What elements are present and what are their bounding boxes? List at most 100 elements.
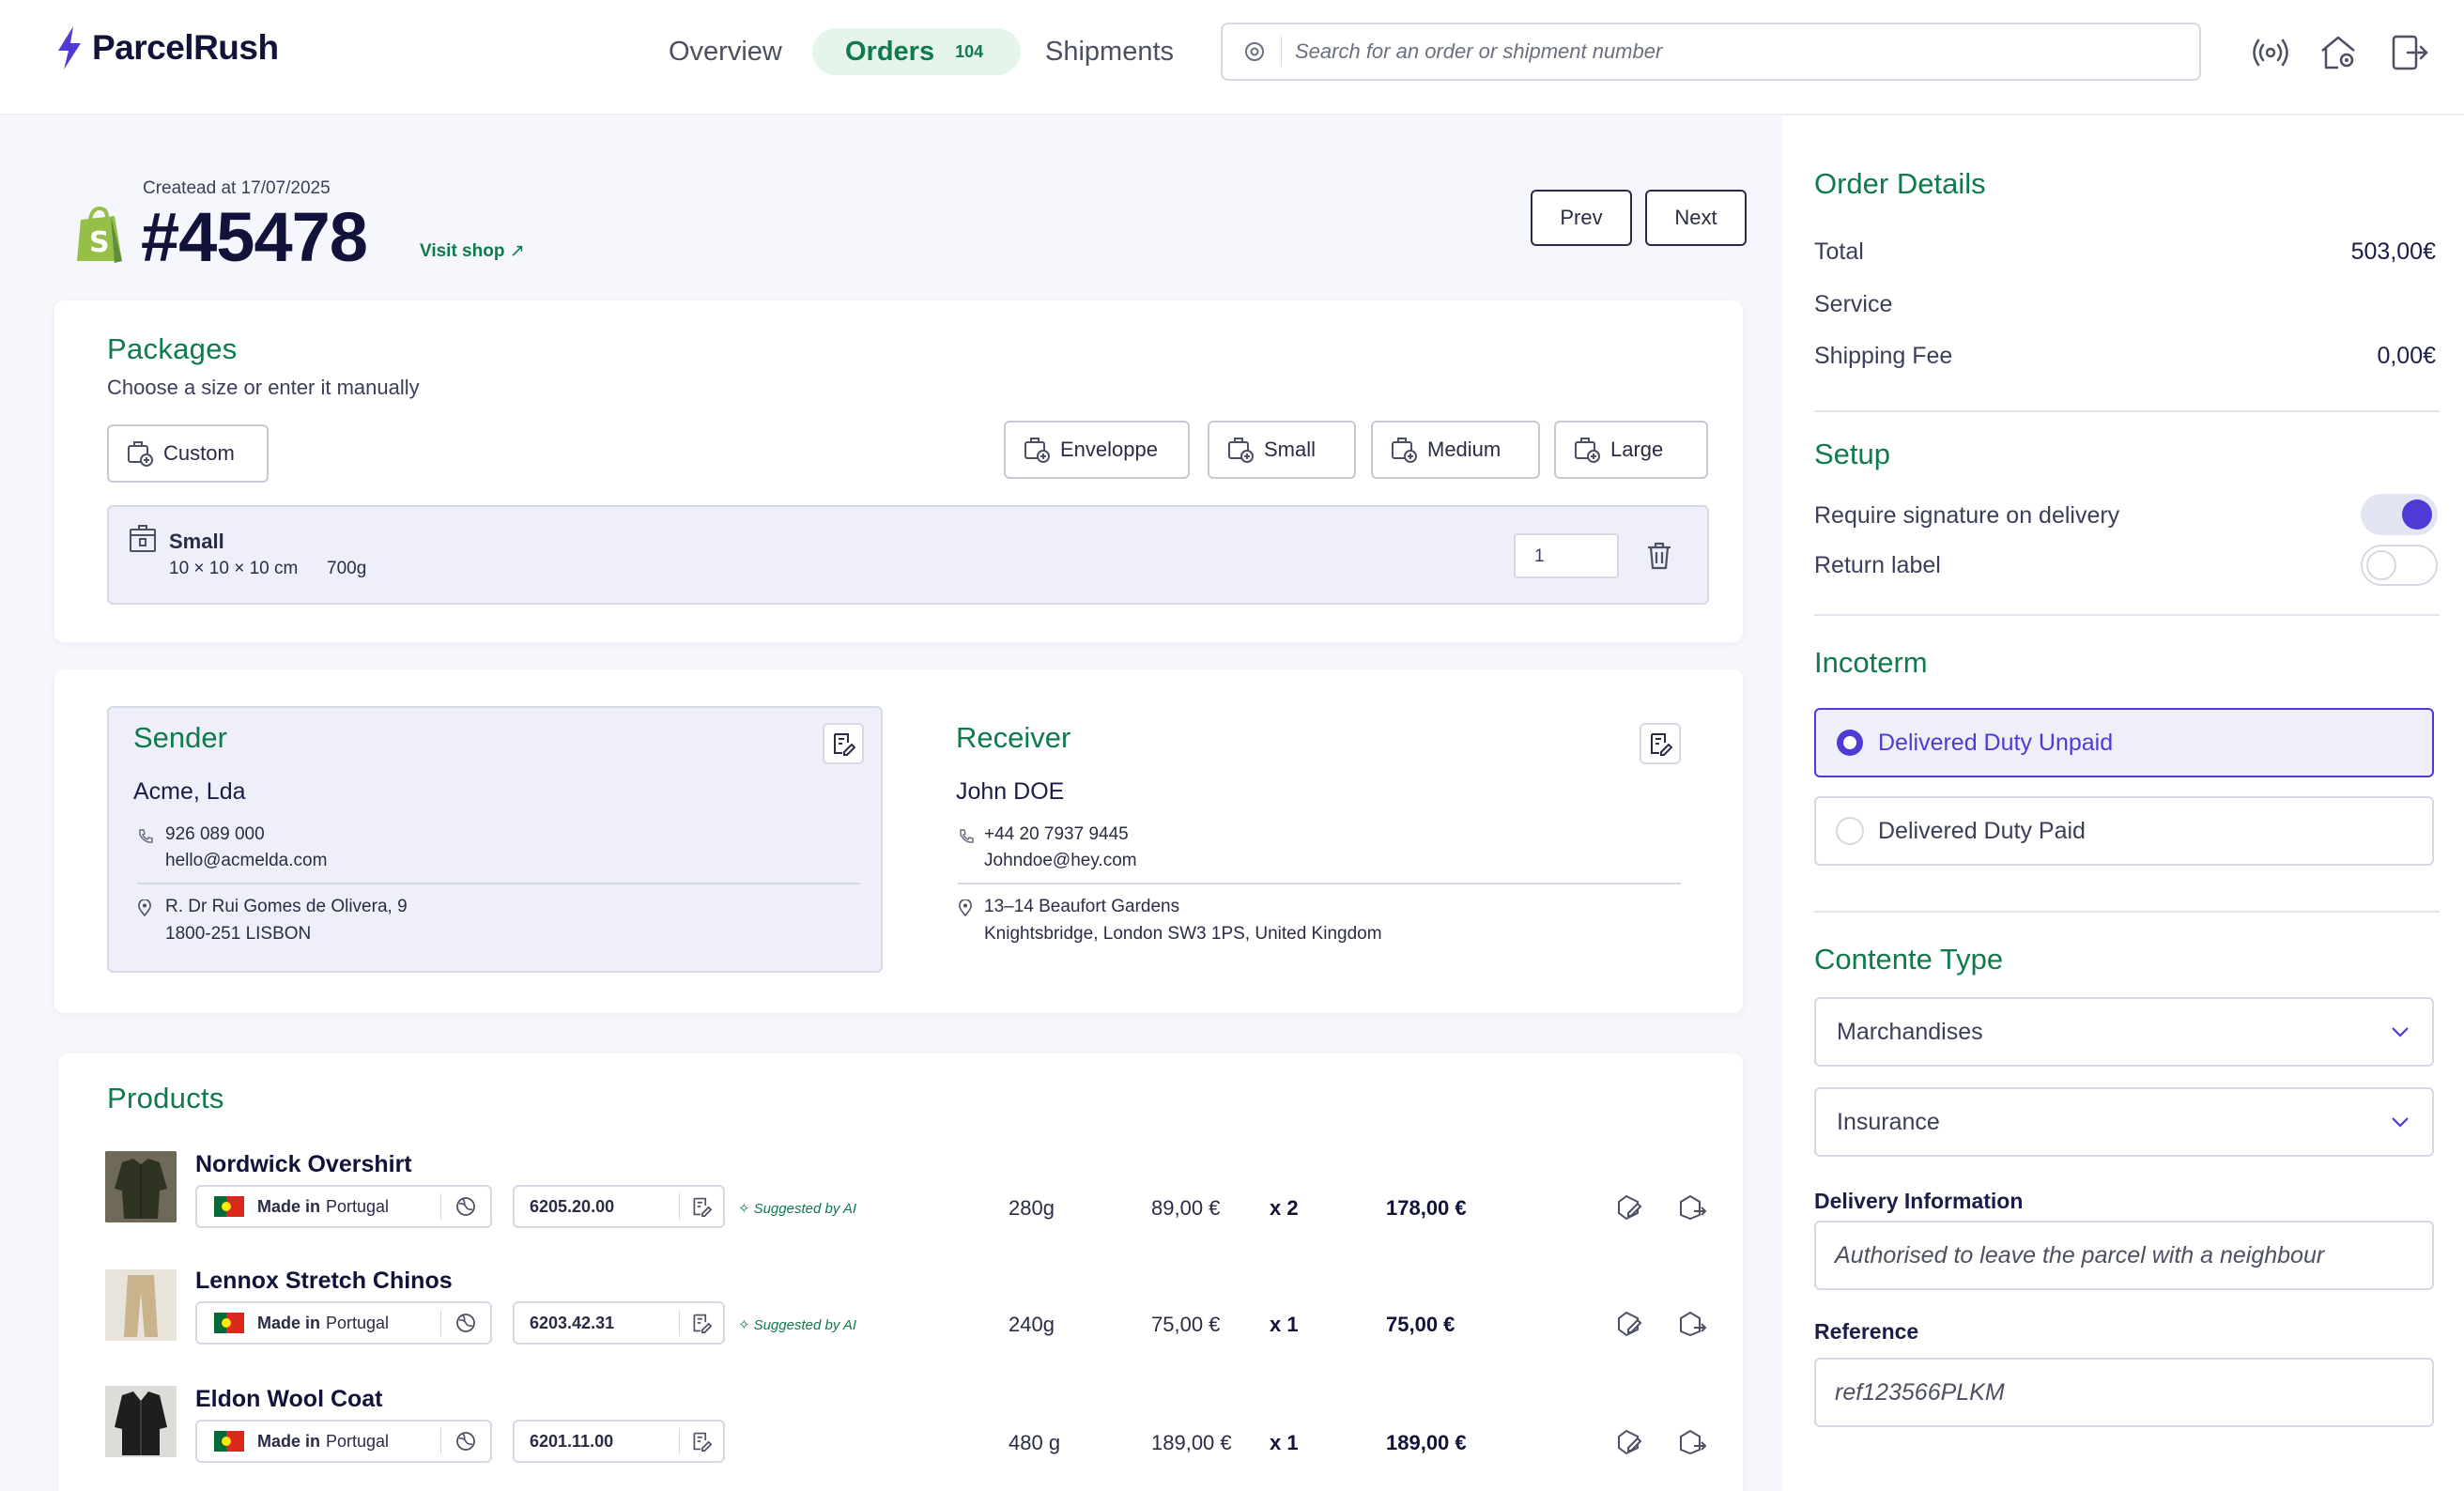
nav-orders[interactable]: Orders 104 [812, 28, 1021, 75]
shipping-fee-label: Shipping Fee [1814, 343, 1953, 369]
origin-country: Portugal [326, 1313, 390, 1332]
incoterm-title: Incoterm [1814, 646, 1928, 679]
package-quantity-input[interactable]: 1 [1514, 533, 1619, 578]
chip-divider [679, 1310, 680, 1336]
trash-icon[interactable] [1645, 541, 1673, 571]
sparkle-icon: ✧ [738, 1201, 750, 1217]
product-weight: 280g [1009, 1196, 1055, 1220]
reference-label: Reference [1814, 1319, 1919, 1344]
origin-select[interactable]: Made in Portugal [195, 1301, 492, 1345]
toggle-knob [2366, 550, 2396, 580]
custom-package-button[interactable]: Custom [107, 424, 269, 483]
app-logo[interactable]: ParcelRush [56, 24, 279, 71]
hs-code-field[interactable]: 6205.20.00 [513, 1185, 725, 1228]
package-add-icon [126, 439, 154, 468]
total-label: Total [1814, 238, 1864, 265]
origin-country: Portugal [326, 1431, 390, 1451]
select-value: Marchandises [1837, 1018, 1983, 1045]
product-name[interactable]: Lennox Stretch Chinos [195, 1268, 453, 1295]
insurance-select[interactable]: Insurance [1814, 1087, 2434, 1157]
product-unit-price: 89,00 € [1151, 1196, 1221, 1220]
edit-sender-button[interactable] [823, 723, 864, 764]
logout-icon[interactable] [2389, 32, 2430, 73]
origin-select[interactable]: Made in Portugal [195, 1185, 492, 1228]
chip-divider [440, 1428, 441, 1454]
broadcast-icon[interactable] [2250, 32, 2291, 73]
product-quantity: x 2 [1270, 1196, 1299, 1220]
edit-receiver-button[interactable] [1640, 723, 1681, 764]
sender-address-line2: 1800-251 LISBON [165, 924, 312, 944]
sender-phone: 926 089 000 [165, 824, 265, 844]
divider [1814, 911, 2440, 913]
reference-input[interactable]: ref123566PLKM [1814, 1358, 2434, 1427]
hs-code-field[interactable]: 6201.11.00 [513, 1420, 725, 1463]
package-add-icon [1023, 436, 1051, 464]
shipping-fee-value: 0,00€ [2377, 343, 2436, 369]
edit-product-icon[interactable] [1613, 1192, 1643, 1222]
visit-shop-link[interactable]: Visit shop ↗ [420, 240, 525, 262]
product-name[interactable]: Eldon Wool Coat [195, 1386, 383, 1413]
package-move-icon[interactable] [1677, 1192, 1707, 1222]
product-name[interactable]: Nordwick Overshirt [195, 1151, 412, 1178]
next-button[interactable]: Next [1645, 190, 1747, 246]
nav-shipments[interactable]: Shipments [1045, 19, 1174, 85]
edit-note-icon [691, 1313, 712, 1333]
preset-label: Large [1610, 438, 1664, 461]
incoterm-option-label: Delivered Duty Paid [1878, 817, 2086, 844]
search-input[interactable]: Search for an order or shipment number [1221, 23, 2201, 81]
globe-icon [454, 1195, 477, 1218]
hs-code: 6203.42.31 [530, 1313, 615, 1332]
home-settings-icon[interactable] [2318, 32, 2359, 73]
external-link-icon: ↗ [509, 241, 525, 261]
preset-enveloppe-button[interactable]: Enveloppe [1004, 421, 1190, 479]
preset-small-button[interactable]: Small [1208, 421, 1356, 479]
preset-label: Enveloppe [1060, 438, 1158, 461]
receiver-address-line1: 13–14 Beaufort Gardens [984, 897, 1180, 916]
portugal-flag-icon [214, 1196, 244, 1217]
sender-email: hello@acmelda.com [165, 851, 328, 870]
prev-button[interactable]: Prev [1531, 190, 1632, 246]
product-total: 75,00 € [1386, 1313, 1455, 1336]
package-move-icon[interactable] [1677, 1309, 1707, 1339]
orders-count-badge: 104 [955, 41, 984, 61]
search-divider [1281, 37, 1282, 67]
product-row [105, 1269, 177, 1341]
shopify-logo-icon: S [73, 207, 128, 265]
origin-select[interactable]: Made in Portugal [195, 1420, 492, 1463]
order-details-title: Order Details [1814, 167, 1986, 200]
edit-note-icon [691, 1431, 712, 1452]
receiver-divider [958, 883, 1681, 884]
nav-overview[interactable]: Overview [669, 19, 782, 85]
chip-divider [440, 1193, 441, 1220]
preset-label: Medium [1427, 438, 1502, 461]
return-label-toggle[interactable] [2361, 545, 2438, 586]
sender-title: Sender [133, 721, 227, 754]
hs-code: 6201.11.00 [530, 1431, 614, 1451]
product-total: 178,00 € [1386, 1196, 1467, 1220]
edit-note-icon [831, 731, 855, 756]
product-row [105, 1151, 177, 1222]
package-add-icon [1226, 436, 1255, 464]
preset-medium-button[interactable]: Medium [1371, 421, 1540, 479]
edit-product-icon[interactable] [1613, 1427, 1643, 1457]
receiver-name: John DOE [956, 778, 1065, 805]
ai-suggestion-label: Suggested by AI [753, 1200, 857, 1217]
custom-package-label: Custom [163, 441, 235, 465]
edit-product-icon[interactable] [1613, 1309, 1643, 1339]
preset-large-button[interactable]: Large [1554, 421, 1708, 479]
hs-code-field[interactable]: 6203.42.31 [513, 1301, 725, 1345]
select-value: Insurance [1837, 1108, 1940, 1135]
selected-package-row [107, 505, 1709, 605]
incoterm-option-ddp[interactable]: Delivered Duty Paid [1814, 796, 2434, 866]
content-category-select[interactable]: Marchandises [1814, 997, 2434, 1067]
location-pin-icon [137, 899, 152, 916]
package-move-icon[interactable] [1677, 1427, 1707, 1457]
chip-divider [440, 1310, 441, 1336]
delivery-info-input[interactable]: Authorised to leave the parcel with a ne… [1814, 1221, 2434, 1290]
package-add-icon [1573, 436, 1601, 464]
incoterm-option-ddu[interactable]: Delivered Duty Unpaid [1814, 708, 2434, 777]
product-unit-price: 189,00 € [1151, 1431, 1232, 1454]
signature-toggle[interactable] [2361, 494, 2438, 535]
receiver-title: Receiver [956, 721, 1071, 754]
signature-label: Require signature on delivery [1814, 502, 2120, 529]
